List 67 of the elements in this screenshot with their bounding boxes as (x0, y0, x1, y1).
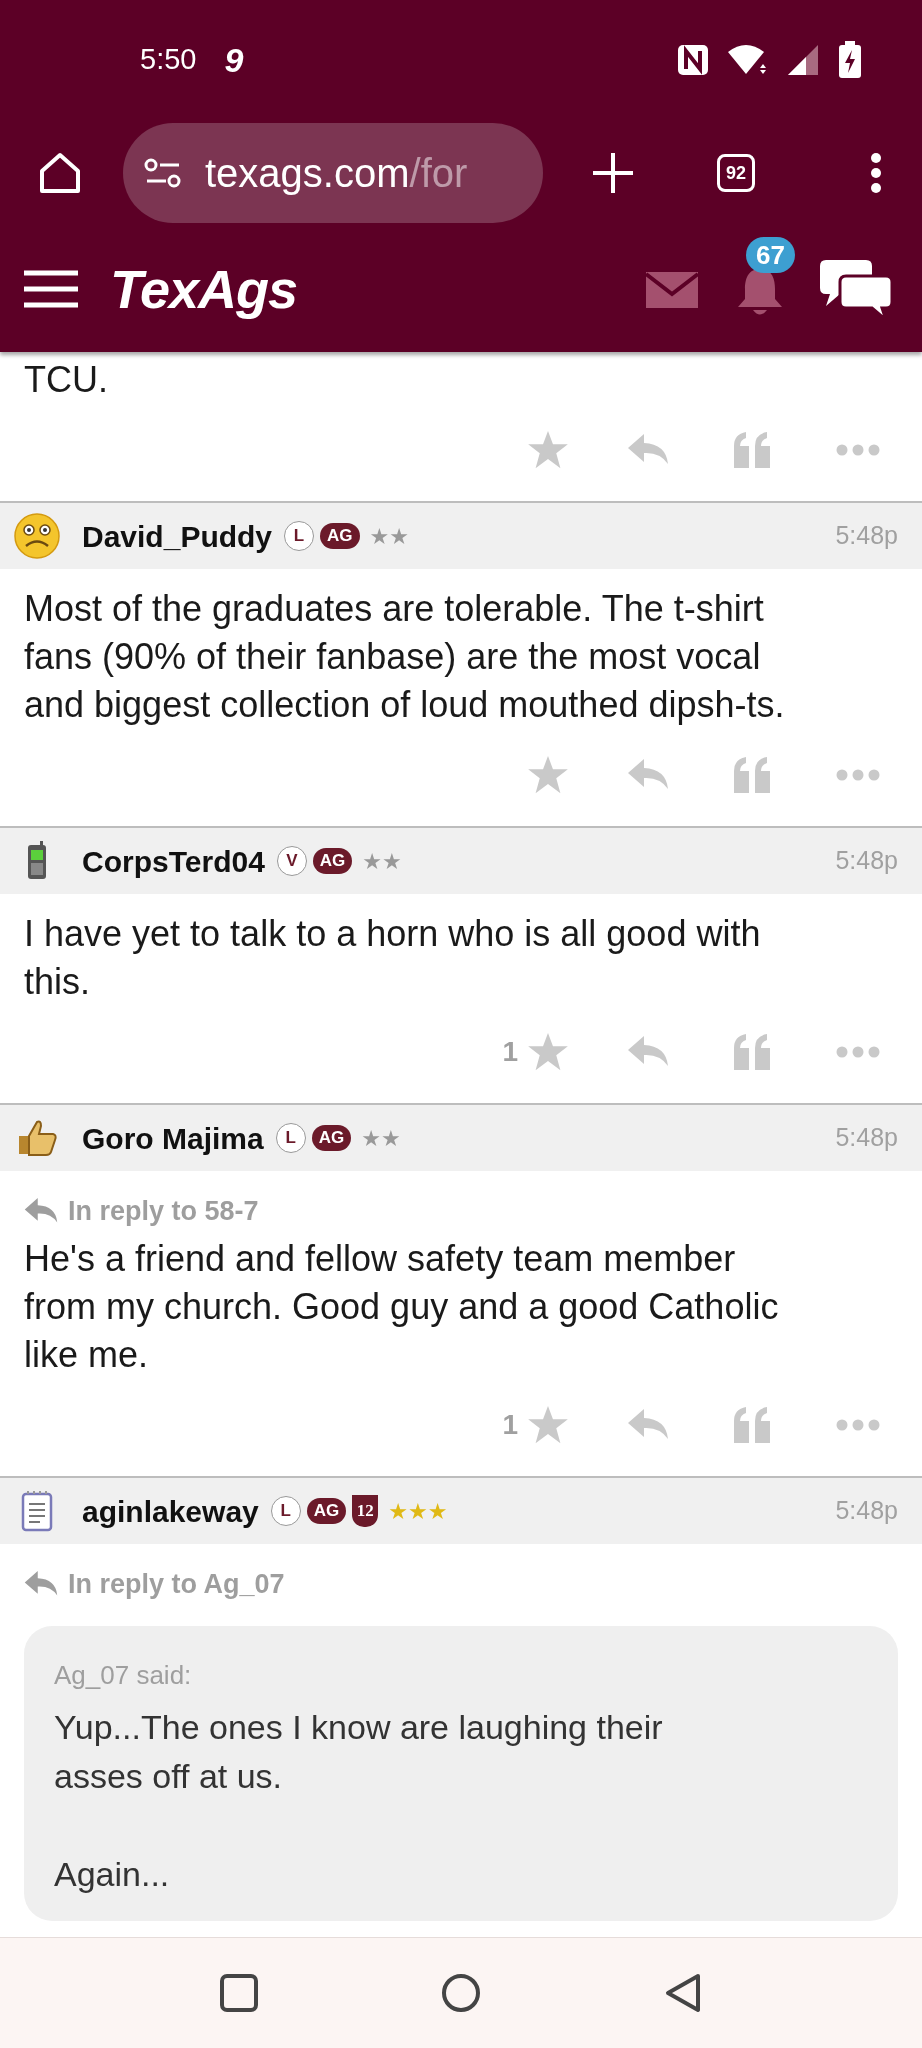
user-badge: AG (306, 1498, 347, 1524)
rank-stars: ★★ (369, 522, 409, 551)
like-count: 1 (502, 1408, 518, 1442)
user-badge: AG (312, 848, 353, 874)
user-badge: 12 (352, 1495, 379, 1527)
username[interactable]: aginlakeway (82, 1488, 259, 1534)
post-text: He's a friend and fellow safety team member from my church. Good guy and a good Catholic like me. (24, 1237, 780, 1377)
quote-text: Yup...The ones I know are laughing their asses off at us. Again... (54, 1707, 664, 1895)
post-text: Most of the graduates are tolerable. The t-shirt fans (90% of their fanbase) are the most vocal and biggest collection of loud mouthed dipsh-ts. (24, 587, 786, 727)
post-text: I have yet to talk to a horn who is all good with this. (24, 912, 762, 1004)
notepad-icon (20, 1490, 54, 1532)
recents-icon[interactable] (218, 1972, 260, 2014)
user-badge: L (275, 1123, 306, 1153)
rank-stars: ★★★ (388, 1497, 448, 1526)
post-time: 5:48p (835, 1122, 898, 1154)
quote-icon[interactable] (734, 757, 770, 793)
battery-icon (838, 41, 862, 79)
reply-icon[interactable] (628, 1036, 668, 1068)
user-badge: L (284, 521, 315, 551)
quote-icon[interactable] (734, 1407, 770, 1443)
tab-count-button[interactable]: 92 (717, 154, 755, 192)
user-badge: V (276, 846, 307, 876)
quote-icon[interactable] (734, 1034, 770, 1070)
new-tab-icon[interactable] (591, 151, 635, 195)
signal-icon (786, 43, 820, 77)
star-icon[interactable] (528, 431, 568, 469)
post-time: 5:48p (835, 1495, 898, 1527)
site-logo[interactable]: TexAgs (110, 248, 298, 330)
clock-time: 5:50 (140, 42, 197, 78)
reply-arrow-icon (24, 1198, 58, 1224)
bell-icon[interactable] (736, 267, 784, 317)
more-icon[interactable] (836, 1419, 880, 1431)
more-icon[interactable] (836, 444, 880, 456)
url-text: texags.com/for (205, 150, 468, 197)
more-icon[interactable] (836, 1046, 880, 1058)
quote-attribution: Ag_07 said: (54, 1659, 193, 1692)
user-badge: AG (320, 523, 360, 549)
star-icon[interactable] (528, 1406, 568, 1444)
like-count: 1 (502, 1035, 518, 1069)
nfc-icon (676, 43, 710, 77)
username[interactable]: Goro Majima (82, 1115, 264, 1161)
post-text: TCU. (24, 358, 109, 402)
more-options-icon[interactable] (870, 153, 882, 193)
reply-icon[interactable] (628, 434, 668, 466)
post-time: 5:48p (835, 520, 898, 552)
quote-icon[interactable] (734, 432, 770, 468)
user-badge: L (270, 1496, 301, 1526)
wifi-icon (728, 44, 768, 76)
post-time: 5:48p (835, 845, 898, 877)
username[interactable]: David_Puddy (82, 513, 273, 559)
username[interactable]: CorpsTerd04 (82, 838, 265, 884)
rank-stars: ★★ (362, 847, 402, 876)
notification-glyph: 9 (224, 39, 244, 81)
menu-icon[interactable] (22, 268, 80, 310)
star-icon[interactable] (528, 756, 568, 794)
user-badge: AG (311, 1125, 352, 1151)
worried-face-icon (14, 513, 60, 559)
rank-stars: ★★ (361, 1124, 401, 1153)
star-icon[interactable] (528, 1033, 568, 1071)
reply-icon[interactable] (628, 759, 668, 791)
home-icon[interactable] (440, 1972, 482, 2014)
address-bar[interactable]: texags.com/for (123, 123, 543, 223)
site-settings-icon[interactable] (143, 157, 183, 189)
cell-phone-icon (26, 841, 48, 881)
reply-arrow-icon (24, 1571, 58, 1597)
more-icon[interactable] (836, 769, 880, 781)
reply-icon[interactable] (628, 1409, 668, 1441)
